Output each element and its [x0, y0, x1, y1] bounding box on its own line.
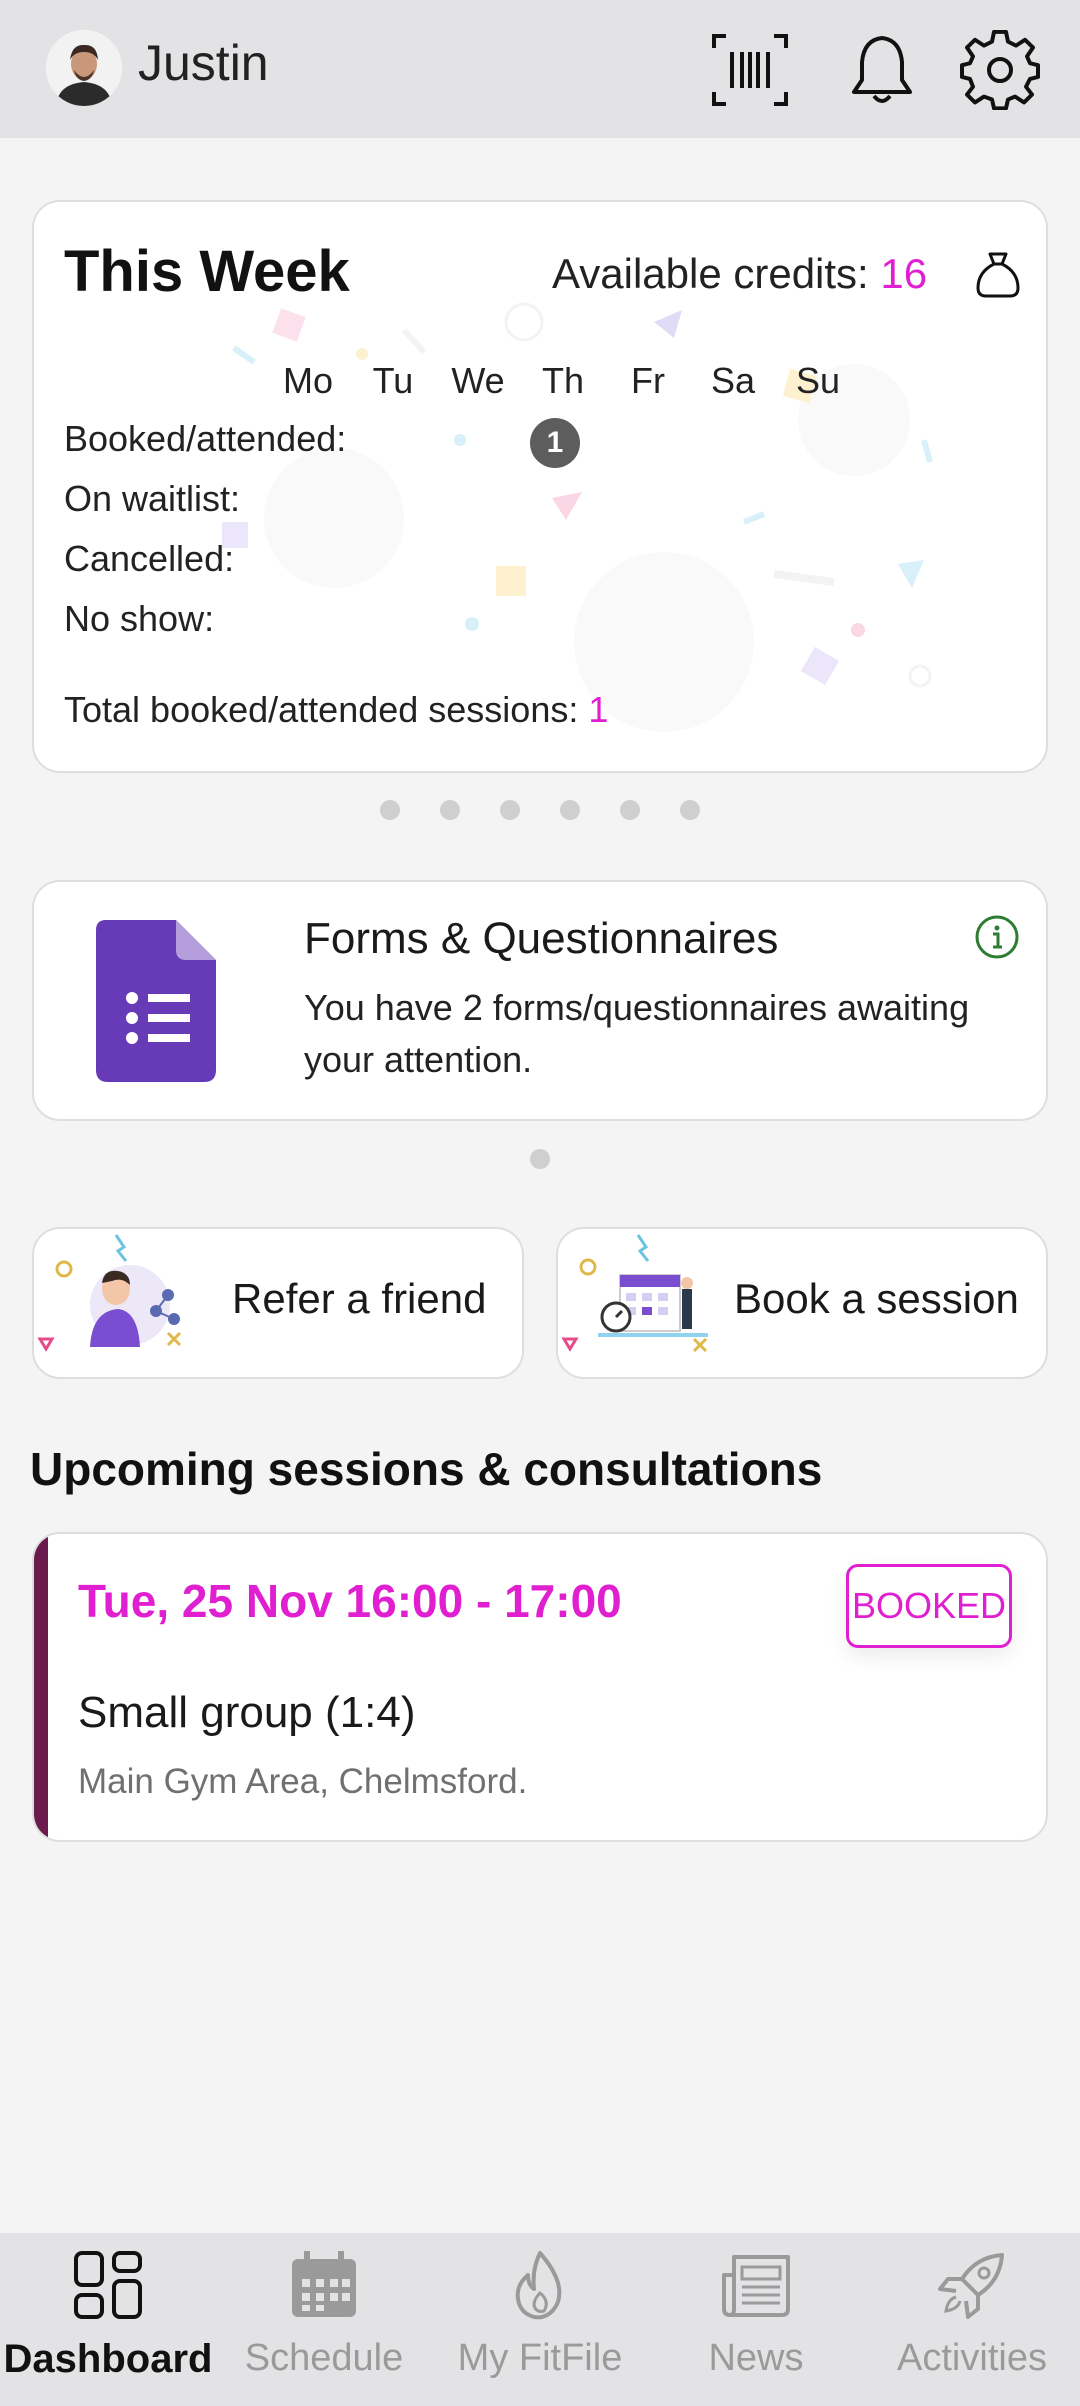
nav-my-fitfile[interactable]: My FitFile	[432, 2233, 648, 2406]
flame-icon	[515, 2251, 562, 2320]
session-time: Tue, 25 Nov 16:00 - 17:00	[78, 1575, 622, 1627]
avatar-image	[46, 30, 122, 106]
total-label: Total booked/attended sessions:	[64, 689, 579, 730]
refer-friend-card[interactable]: Refer a friend	[32, 1227, 524, 1379]
available-credits: Available credits: 16	[552, 250, 927, 298]
credits-value: 16	[880, 250, 928, 297]
credits-label: Available credits:	[552, 250, 869, 297]
top-bar: Justin	[0, 0, 1080, 138]
carousel-dot[interactable]	[380, 800, 400, 820]
credit-bag-icon[interactable]	[972, 248, 1024, 300]
nav-label-news: News	[708, 2337, 804, 2379]
day-fr: Fr	[631, 360, 665, 401]
carousel-dots	[0, 800, 1080, 820]
day-mo: Mo	[282, 360, 333, 401]
nav-dashboard[interactable]: Dashboard	[0, 2233, 216, 2406]
row-on-waitlist: On waitlist:	[64, 478, 241, 519]
nav-news[interactable]: News	[648, 2233, 864, 2406]
forms-description: You have 2 forms/questionnaires awaiting…	[304, 987, 970, 1080]
book-session-card[interactable]: Book a session	[556, 1227, 1048, 1379]
day-th: Th	[541, 360, 584, 401]
newspaper-icon	[722, 2255, 790, 2317]
row-no-show: No show:	[64, 598, 215, 639]
session-name: Small group (1:4)	[78, 1688, 416, 1737]
day-su: Su	[795, 360, 841, 401]
avatar[interactable]	[46, 30, 122, 106]
user-name[interactable]: Justin	[138, 34, 269, 92]
nav-label-my-fitfile: My FitFile	[457, 2337, 623, 2379]
nav-label-schedule: Schedule	[244, 2337, 404, 2379]
carousel-dot[interactable]	[500, 800, 520, 820]
carousel-dot[interactable]	[680, 800, 700, 820]
week-title: This Week	[64, 239, 350, 304]
book-session-label: Book a session	[734, 1275, 1019, 1322]
rocket-icon	[938, 2253, 1004, 2319]
total-value: 1	[588, 689, 609, 730]
upcoming-title: Upcoming sessions & consultations	[30, 1443, 823, 1495]
row-cancelled: Cancelled:	[64, 538, 235, 579]
refer-friend-label: Refer a friend	[232, 1275, 487, 1322]
info-icon[interactable]	[974, 914, 1020, 960]
nav-schedule[interactable]: Schedule	[216, 2233, 432, 2406]
book-illustration-icon	[561, 1234, 708, 1353]
calendar-icon	[292, 2251, 356, 2317]
bell-icon[interactable]	[842, 30, 922, 110]
carousel-dot[interactable]	[620, 800, 640, 820]
forms-carousel-dots	[0, 1149, 1080, 1169]
forms-title: Forms & Questionnaires	[304, 914, 779, 963]
status-badge: BOOKED	[846, 1564, 1012, 1648]
nav-activities[interactable]: Activities	[864, 2233, 1080, 2406]
this-week-card[interactable]: This Week Available credits: 16 Mo Tu We…	[32, 200, 1048, 773]
dashboard-icon	[74, 2251, 142, 2319]
bottom-nav: Dashboard Schedule My FitFile News Activ…	[0, 2233, 1080, 2406]
day-we: We	[451, 360, 505, 401]
gear-icon[interactable]	[960, 29, 1040, 111]
google-forms-icon	[96, 920, 216, 1082]
carousel-dot[interactable]	[440, 800, 460, 820]
barcode-icon[interactable]	[710, 30, 790, 110]
carousel-dot[interactable]	[530, 1149, 550, 1169]
nav-label-dashboard: Dashboard	[3, 2337, 213, 2381]
booked-count-badge: 1	[530, 418, 580, 468]
day-tu: Tu	[372, 360, 414, 401]
carousel-dot[interactable]	[560, 800, 580, 820]
day-sa: Sa	[710, 360, 756, 401]
row-booked-attended: Booked/attended:	[64, 418, 347, 459]
forms-card[interactable]: Forms & Questionnaires You have 2 forms/…	[32, 880, 1048, 1121]
refer-illustration-icon	[37, 1234, 182, 1352]
session-location: Main Gym Area, Chelmsford.	[78, 1762, 528, 1801]
session-accent-bar	[34, 1534, 48, 1840]
session-card[interactable]: Tue, 25 Nov 16:00 - 17:00 BOOKED Small g…	[32, 1532, 1048, 1842]
nav-label-activities: Activities	[897, 2337, 1047, 2379]
total-sessions: Total booked/attended sessions: 1	[64, 689, 608, 731]
